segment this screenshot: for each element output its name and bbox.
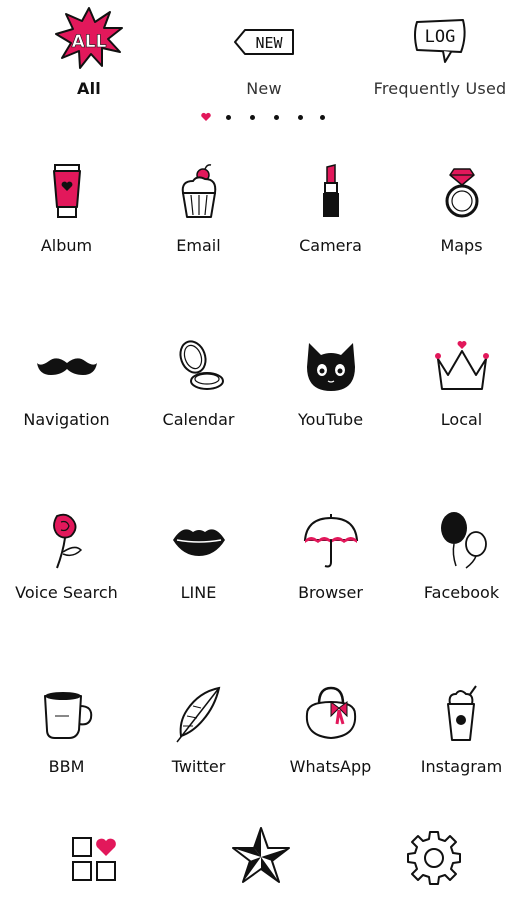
app-label: Email [176, 236, 221, 255]
app-bbm[interactable]: BBM [1, 684, 132, 794]
black-cat-icon [306, 343, 355, 391]
page-indicator [0, 111, 527, 123]
handbag-icon [305, 686, 356, 740]
app-label: Maps [440, 236, 483, 255]
app-label: Voice Search [15, 583, 118, 602]
app-label: Local [440, 410, 483, 429]
rose-icon [52, 513, 82, 569]
app-grid-heart-icon [72, 837, 116, 881]
balloons-icon [440, 512, 487, 569]
diamond-ring-icon [445, 168, 478, 218]
feather-icon [175, 686, 220, 743]
app-email[interactable]: Email [133, 163, 264, 273]
page-dot[interactable] [274, 115, 279, 120]
app-label: YouTube [297, 410, 364, 429]
page-dot[interactable] [298, 115, 303, 120]
app-label: Facebook [423, 583, 500, 602]
crown-icon [434, 341, 489, 390]
app-label: Browser [298, 583, 363, 602]
app-twitter[interactable]: Twitter [133, 684, 264, 794]
app-label: Album [40, 236, 93, 255]
all-burst-text: ALL [72, 32, 107, 52]
app-label: WhatsApp [289, 757, 372, 776]
tab-new-label: New [246, 79, 282, 98]
app-label: Camera [299, 236, 362, 255]
app-line[interactable]: LINE [133, 510, 264, 620]
tab-all-label: All [77, 79, 101, 98]
app-local[interactable]: Local [396, 337, 527, 447]
lipstick-icon [322, 164, 339, 217]
new-tag-icon: NEW [234, 29, 294, 55]
home-button[interactable] [231, 826, 291, 886]
app-label: LINE [180, 583, 217, 602]
lips-icon [172, 529, 225, 556]
lotion-tube-icon [52, 164, 81, 218]
page-dot-active-heart-icon [201, 112, 211, 121]
app-album[interactable]: Album [1, 163, 132, 273]
app-browser[interactable]: Browser [265, 510, 396, 620]
top-tab-bar: ALL All NEW New LOG Frequently Used [0, 0, 527, 105]
app-label: Twitter [171, 757, 226, 776]
tab-frequently-used[interactable]: LOG Frequently Used [360, 0, 520, 105]
app-label: BBM [48, 757, 85, 776]
tab-all[interactable]: ALL All [9, 0, 169, 105]
app-label: Calendar [162, 410, 235, 429]
app-maps[interactable]: Maps [396, 163, 527, 273]
log-bubble-icon: LOG [414, 19, 466, 63]
app-label: Navigation [23, 410, 110, 429]
mustache-icon [36, 358, 97, 375]
log-bubble-text: LOG [425, 27, 456, 47]
settings-button[interactable] [404, 826, 464, 886]
app-whatsapp[interactable]: WhatsApp [265, 684, 396, 794]
compact-mirror-icon [178, 340, 224, 390]
app-navigation[interactable]: Navigation [1, 337, 132, 447]
app-calendar[interactable]: Calendar [133, 337, 264, 447]
page-dot[interactable] [226, 115, 231, 120]
app-camera[interactable]: Camera [265, 163, 396, 273]
gear-icon [407, 831, 461, 885]
cupcake-icon [181, 164, 216, 218]
tab-frequently-used-label: Frequently Used [373, 79, 507, 98]
tab-new[interactable]: NEW New [184, 0, 344, 105]
app-voice-search[interactable]: Voice Search [1, 510, 132, 620]
new-tag-text: NEW [255, 34, 283, 52]
coffee-cup-icon [43, 692, 92, 739]
app-facebook[interactable]: Facebook [396, 510, 527, 620]
app-youtube[interactable]: YouTube [265, 337, 396, 447]
app-label: Instagram [420, 757, 503, 776]
page-dot[interactable] [250, 115, 255, 120]
page-dot[interactable] [320, 115, 325, 120]
nautical-star-icon [232, 827, 290, 883]
umbrella-icon [303, 514, 358, 568]
app-drawer-button[interactable] [65, 826, 125, 886]
app-instagram[interactable]: Instagram [396, 684, 527, 794]
frappe-cup-icon [446, 685, 477, 741]
all-burst-icon: ALL [55, 7, 123, 69]
